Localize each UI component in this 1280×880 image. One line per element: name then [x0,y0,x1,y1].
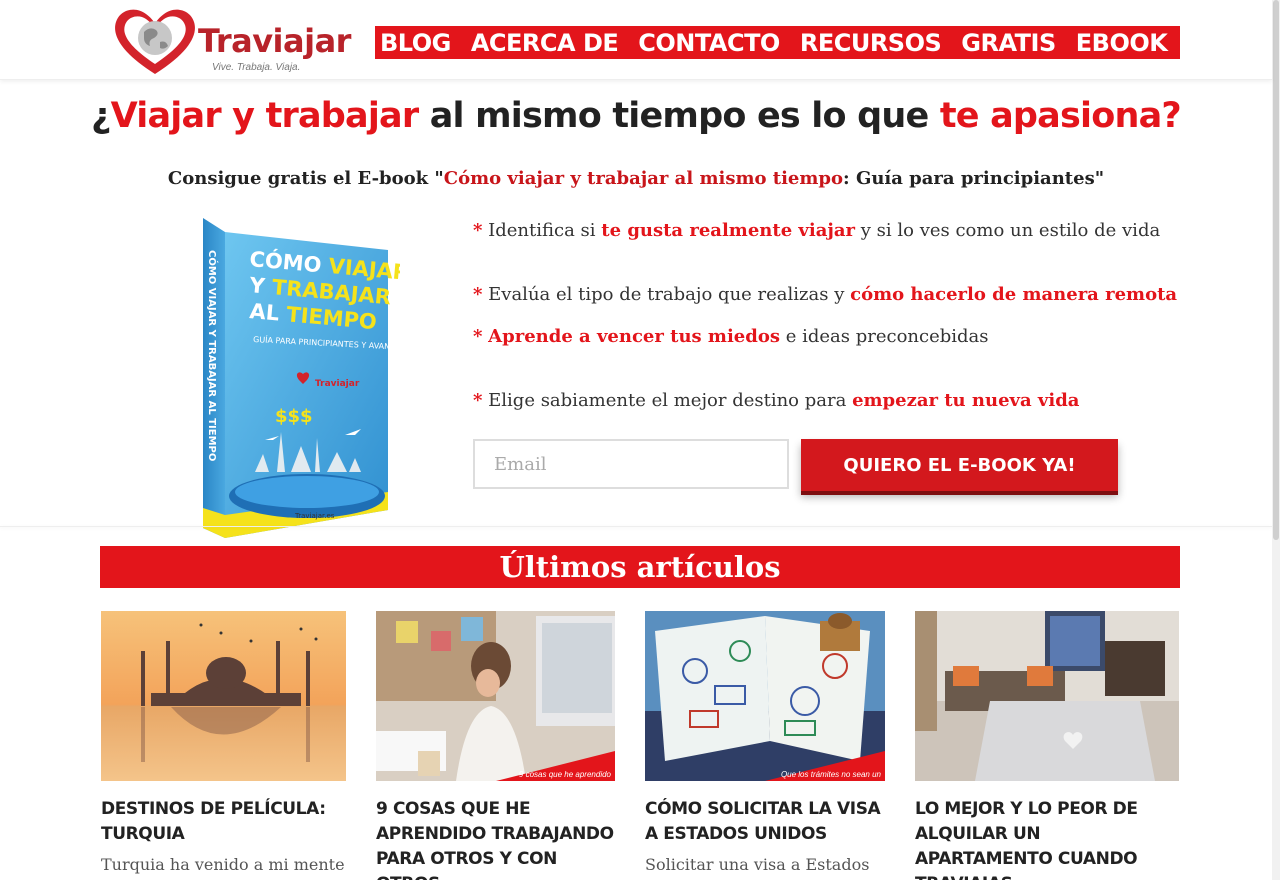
book-spine-text: CÓMO VIAJAR Y TRABAJAR AL TIEMPO [206,250,219,461]
site-logo[interactable]: Traviajar Vive. Trabaja. Viaja. [110,4,351,78]
article-image-apartment[interactable] [915,611,1179,781]
hero-title-middle: al mismo tiempo es lo que [418,96,940,136]
article-image-stressed-worker[interactable]: 9 cosas que he aprendido [376,611,615,781]
book-logo: Traviajar [315,379,360,389]
hero-title-highlight-2: te apasiona? [939,96,1182,136]
article-title[interactable]: Cómo solicitar la visa a Estados Unidos [645,797,885,847]
article-excerpt: Solicitar una visa a Estados [645,855,870,874]
get-ebook-button[interactable]: QUIERO EL E-BOOK YA! [801,439,1118,491]
article-title[interactable]: Lo mejor y lo peor de alquilar un aparta… [915,797,1179,880]
article-card[interactable]: Destinos de película: Turquia Turquia ha… [101,611,346,874]
article-title[interactable]: Destinos de película: Turquia [101,797,346,847]
hero-title-qmark: ¿ [91,96,111,136]
article-image-caption: Que los trámites no sean un [780,770,881,779]
email-input[interactable] [473,439,789,489]
article-image-caption: 9 cosas que he aprendido [518,770,611,779]
article-excerpt: Turquia ha venido a mi mente [101,855,345,874]
benefit-item: * Aprende a vencer tus miedos e ideas pr… [473,326,989,347]
article-card[interactable]: Lo mejor y lo peor de alquilar un aparta… [915,611,1179,880]
site-header: Traviajar Vive. Trabaja. Viaja. BLOG ACE… [0,0,1272,80]
logo-wordmark: Traviajar [198,22,351,60]
nav-recursos[interactable]: RECURSOS [800,29,942,57]
subtitle-suffix: : Guía para principiantes" [843,168,1105,189]
article-image-passport[interactable]: Que los trámites no sean un [645,611,885,781]
svg-text:$$$: $$$ [275,406,313,427]
hero-subtitle: Consigue gratis el E-book "Cómo viajar y… [0,168,1272,189]
book-footer: Traviajar.es [294,512,335,520]
latest-articles-heading: Últimos artículos [100,546,1180,588]
subtitle-prefix: Consigue gratis el E-book " [167,168,444,189]
benefit-item: * Evalúa el tipo de trabajo que realizas… [473,284,1178,305]
main-nav: BLOG ACERCA DE CONTACTO RECURSOS GRATIS … [375,26,1180,59]
nav-gratis[interactable]: GRATIS [961,29,1056,57]
subtitle-highlight: Cómo viajar y trabajar al mismo tiempo [443,168,844,189]
nav-contacto[interactable]: CONTACTO [638,29,780,57]
ebook-cover: $$$ CÓMO VIAJAR Y TRABAJAR AL TIEMPO GUÍ… [195,210,419,542]
article-title[interactable]: 9 cosas que he aprendido trabajando para… [376,797,615,880]
page-scrollbar[interactable] [1272,0,1280,880]
scrollbar-thumb[interactable] [1273,0,1279,540]
article-image-istanbul[interactable] [101,611,346,781]
logo-tagline: Vive. Trabaja. Viaja. [212,62,301,73]
benefit-item: * Elige sabiamente el mejor destino para… [473,390,1080,411]
hero-title-highlight-1: Viajar y trabajar [110,96,420,136]
benefit-item: * Identifica si te gusta realmente viaja… [473,220,1161,241]
nav-blog[interactable]: BLOG [380,29,451,57]
article-card[interactable]: Que los trámites no sean un Cómo solicit… [645,611,885,874]
hero-title: ¿Viajar y trabajar al mismo tiempo es lo… [0,96,1272,136]
article-card[interactable]: 9 cosas que he aprendido 9 cosas que he … [376,611,615,880]
section-divider [0,526,1272,527]
nav-ebook[interactable]: EBOOK [1076,29,1168,57]
nav-acerca-de[interactable]: ACERCA DE [471,29,619,57]
heart-globe-icon [115,9,195,75]
